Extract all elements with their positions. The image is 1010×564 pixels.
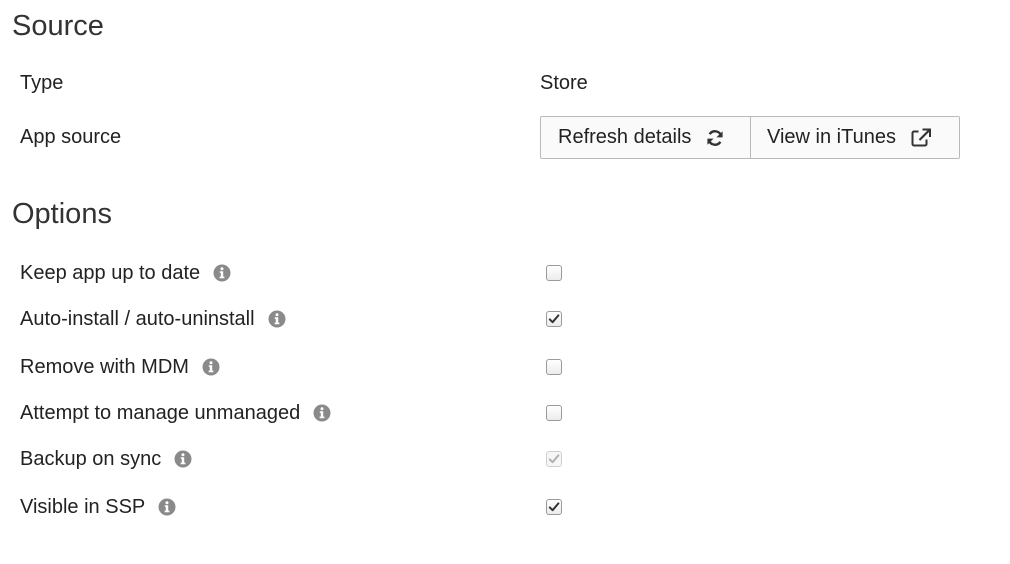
options-heading: Options bbox=[12, 198, 112, 230]
option-label: Keep app up to date bbox=[20, 262, 201, 284]
checkmark-icon bbox=[548, 314, 560, 324]
option-checkbox[interactable] bbox=[546, 499, 562, 515]
external-link-icon bbox=[910, 128, 932, 148]
refresh-details-button[interactable]: Refresh details bbox=[541, 117, 751, 158]
checkmark-icon bbox=[548, 454, 560, 464]
info-icon[interactable] bbox=[313, 404, 331, 422]
info-icon[interactable] bbox=[268, 310, 286, 328]
refresh-icon bbox=[705, 128, 725, 148]
refresh-details-label: Refresh details bbox=[558, 126, 692, 148]
option-checkbox[interactable] bbox=[546, 265, 562, 281]
option-row-label: Visible in SSP bbox=[20, 495, 176, 519]
app-source-button-group: Refresh details View in iTunes bbox=[540, 116, 960, 159]
info-icon[interactable] bbox=[174, 450, 192, 468]
option-row-label: Backup on sync bbox=[20, 447, 192, 471]
option-checkbox[interactable] bbox=[546, 311, 562, 327]
option-checkbox[interactable] bbox=[546, 359, 562, 375]
option-label: Auto-install / auto-uninstall bbox=[20, 308, 255, 330]
option-label: Attempt to manage unmanaged bbox=[20, 402, 301, 424]
info-icon[interactable] bbox=[158, 498, 176, 516]
checkmark-icon bbox=[548, 502, 560, 512]
option-row-label: Keep app up to date bbox=[20, 261, 231, 285]
source-heading: Source bbox=[12, 10, 104, 42]
option-label: Visible in SSP bbox=[20, 496, 146, 518]
option-row-label: Remove with MDM bbox=[20, 355, 220, 379]
option-row-label: Auto-install / auto-uninstall bbox=[20, 307, 286, 331]
option-row-label: Attempt to manage unmanaged bbox=[20, 401, 331, 425]
info-icon[interactable] bbox=[213, 264, 231, 282]
type-value: Store bbox=[540, 72, 588, 94]
view-in-itunes-button[interactable]: View in iTunes bbox=[751, 117, 959, 158]
view-in-itunes-label: View in iTunes bbox=[767, 126, 896, 148]
type-label: Type bbox=[20, 72, 64, 94]
option-label: Remove with MDM bbox=[20, 356, 189, 378]
info-icon[interactable] bbox=[202, 358, 220, 376]
app-source-label: App source bbox=[20, 126, 122, 148]
option-checkbox bbox=[546, 451, 562, 467]
option-label: Backup on sync bbox=[20, 448, 162, 470]
option-checkbox[interactable] bbox=[546, 405, 562, 421]
